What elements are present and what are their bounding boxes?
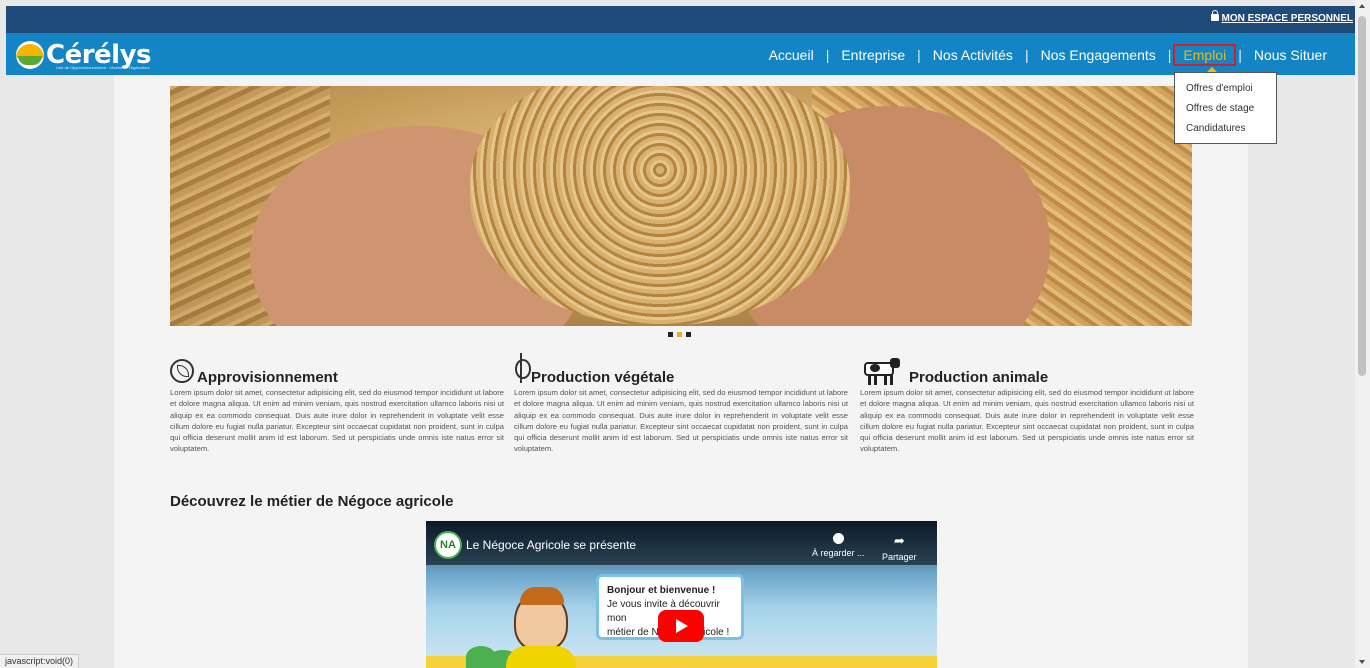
feature-approvisionnement: Approvisionnement Lorem ipsum dolor sit … xyxy=(170,350,504,455)
nav-menu: Accueil | Entreprise | Nos Activités | N… xyxy=(757,44,1339,66)
share-button[interactable]: ➦ Partager xyxy=(882,533,917,562)
carousel-dot-2[interactable] xyxy=(677,332,682,337)
clock-icon xyxy=(832,533,844,544)
feature-text: Lorem ipsum dolor sit amet, consectetur … xyxy=(514,388,848,454)
nav-separator: | xyxy=(825,47,830,63)
nav-separator: | xyxy=(917,47,921,63)
wheat-icon xyxy=(514,353,531,383)
carousel-indicators xyxy=(668,332,691,337)
feature-title: Approvisionnement xyxy=(197,369,338,386)
nav-item-engagements[interactable]: Nos Engagements xyxy=(1029,47,1168,63)
status-bar-link-preview: javascript:void(0) xyxy=(0,654,80,668)
personal-space-label: MON ESPACE PERSONNEL xyxy=(1221,13,1354,24)
scroll-down-icon[interactable] xyxy=(1359,660,1365,664)
nav-item-activites[interactable]: Nos Activités xyxy=(921,47,1025,63)
bubble-line-1: Bonjour et bienvenue ! xyxy=(607,585,716,596)
brand-tagline: Unir de l'Approvisionnement · l'Avenir d… xyxy=(56,65,150,70)
nav-item-entreprise[interactable]: Entreprise xyxy=(829,47,917,63)
feature-text: Lorem ipsum dolor sit amet, consectetur … xyxy=(860,388,1194,454)
feature-text: Lorem ipsum dolor sit amet, consectetur … xyxy=(170,388,504,454)
watch-later-label: À regarder ... xyxy=(812,548,865,558)
dropdown-item-offres-emploi[interactable]: Offres d'emploi xyxy=(1175,82,1276,102)
nav-item-accueil[interactable]: Accueil xyxy=(757,47,826,63)
nav-separator: | xyxy=(1024,47,1029,63)
scrollbar-thumb[interactable] xyxy=(1358,16,1366,376)
personal-space-link[interactable]: MON ESPACE PERSONNEL xyxy=(1210,10,1354,24)
brand-logo[interactable]: Cérélys Unir de l'Approvisionnement · l'… xyxy=(16,40,152,70)
browser-viewport: MON ESPACE PERSONNEL Cérélys Unir de l'A… xyxy=(0,0,1355,668)
nav-item-emploi[interactable]: Emploi xyxy=(1173,44,1237,66)
feature-title: Production animale xyxy=(909,369,1049,386)
cow-icon xyxy=(860,358,902,386)
carousel-dot-3[interactable] xyxy=(686,332,691,337)
feature-production-vegetale: Production végétale Lorem ipsum dolor si… xyxy=(514,350,848,455)
top-bar: MON ESPACE PERSONNEL xyxy=(6,6,1355,33)
cartoon-character xyxy=(514,587,568,651)
caret-up-icon xyxy=(1207,67,1217,72)
share-label: Partager xyxy=(882,552,917,562)
nav-separator: | xyxy=(1238,47,1242,63)
lock-icon xyxy=(1210,10,1219,21)
share-arrow-icon: ➦ xyxy=(893,533,905,548)
dropdown-item-offres-stage[interactable]: Offres de stage xyxy=(1175,102,1276,122)
logo-mark-icon xyxy=(16,41,44,69)
page-scrollbar[interactable] xyxy=(1355,0,1370,668)
emploi-dropdown-menu: Offres d'emploi Offres de stage Candidat… xyxy=(1174,67,1277,144)
carousel-dot-1[interactable] xyxy=(668,332,673,337)
nav-separator: | xyxy=(1167,47,1172,63)
watch-later-button[interactable]: À regarder ... xyxy=(812,533,865,558)
play-button-icon[interactable] xyxy=(658,610,704,642)
scroll-up-icon[interactable] xyxy=(1359,4,1365,8)
feature-production-animale: Production animale Lorem ipsum dolor sit… xyxy=(860,350,1194,455)
section-heading: Découvrez le métier de Négoce agricole xyxy=(170,493,454,510)
main-navbar: Cérélys Unir de l'Approvisionnement · l'… xyxy=(6,33,1355,75)
nav-item-nous-situer[interactable]: Nous Situer xyxy=(1242,47,1339,63)
hero-carousel-image xyxy=(170,86,1192,326)
feature-title: Production végétale xyxy=(531,369,675,386)
video-title[interactable]: Le Négoce Agricole se présente xyxy=(466,538,636,552)
channel-avatar[interactable]: NA xyxy=(434,531,462,559)
youtube-video-player[interactable]: NA Le Négoce Agricole se présente À rega… xyxy=(426,521,937,668)
dropdown-item-candidatures[interactable]: Candidatures xyxy=(1175,122,1276,142)
leaf-icon xyxy=(170,359,194,383)
